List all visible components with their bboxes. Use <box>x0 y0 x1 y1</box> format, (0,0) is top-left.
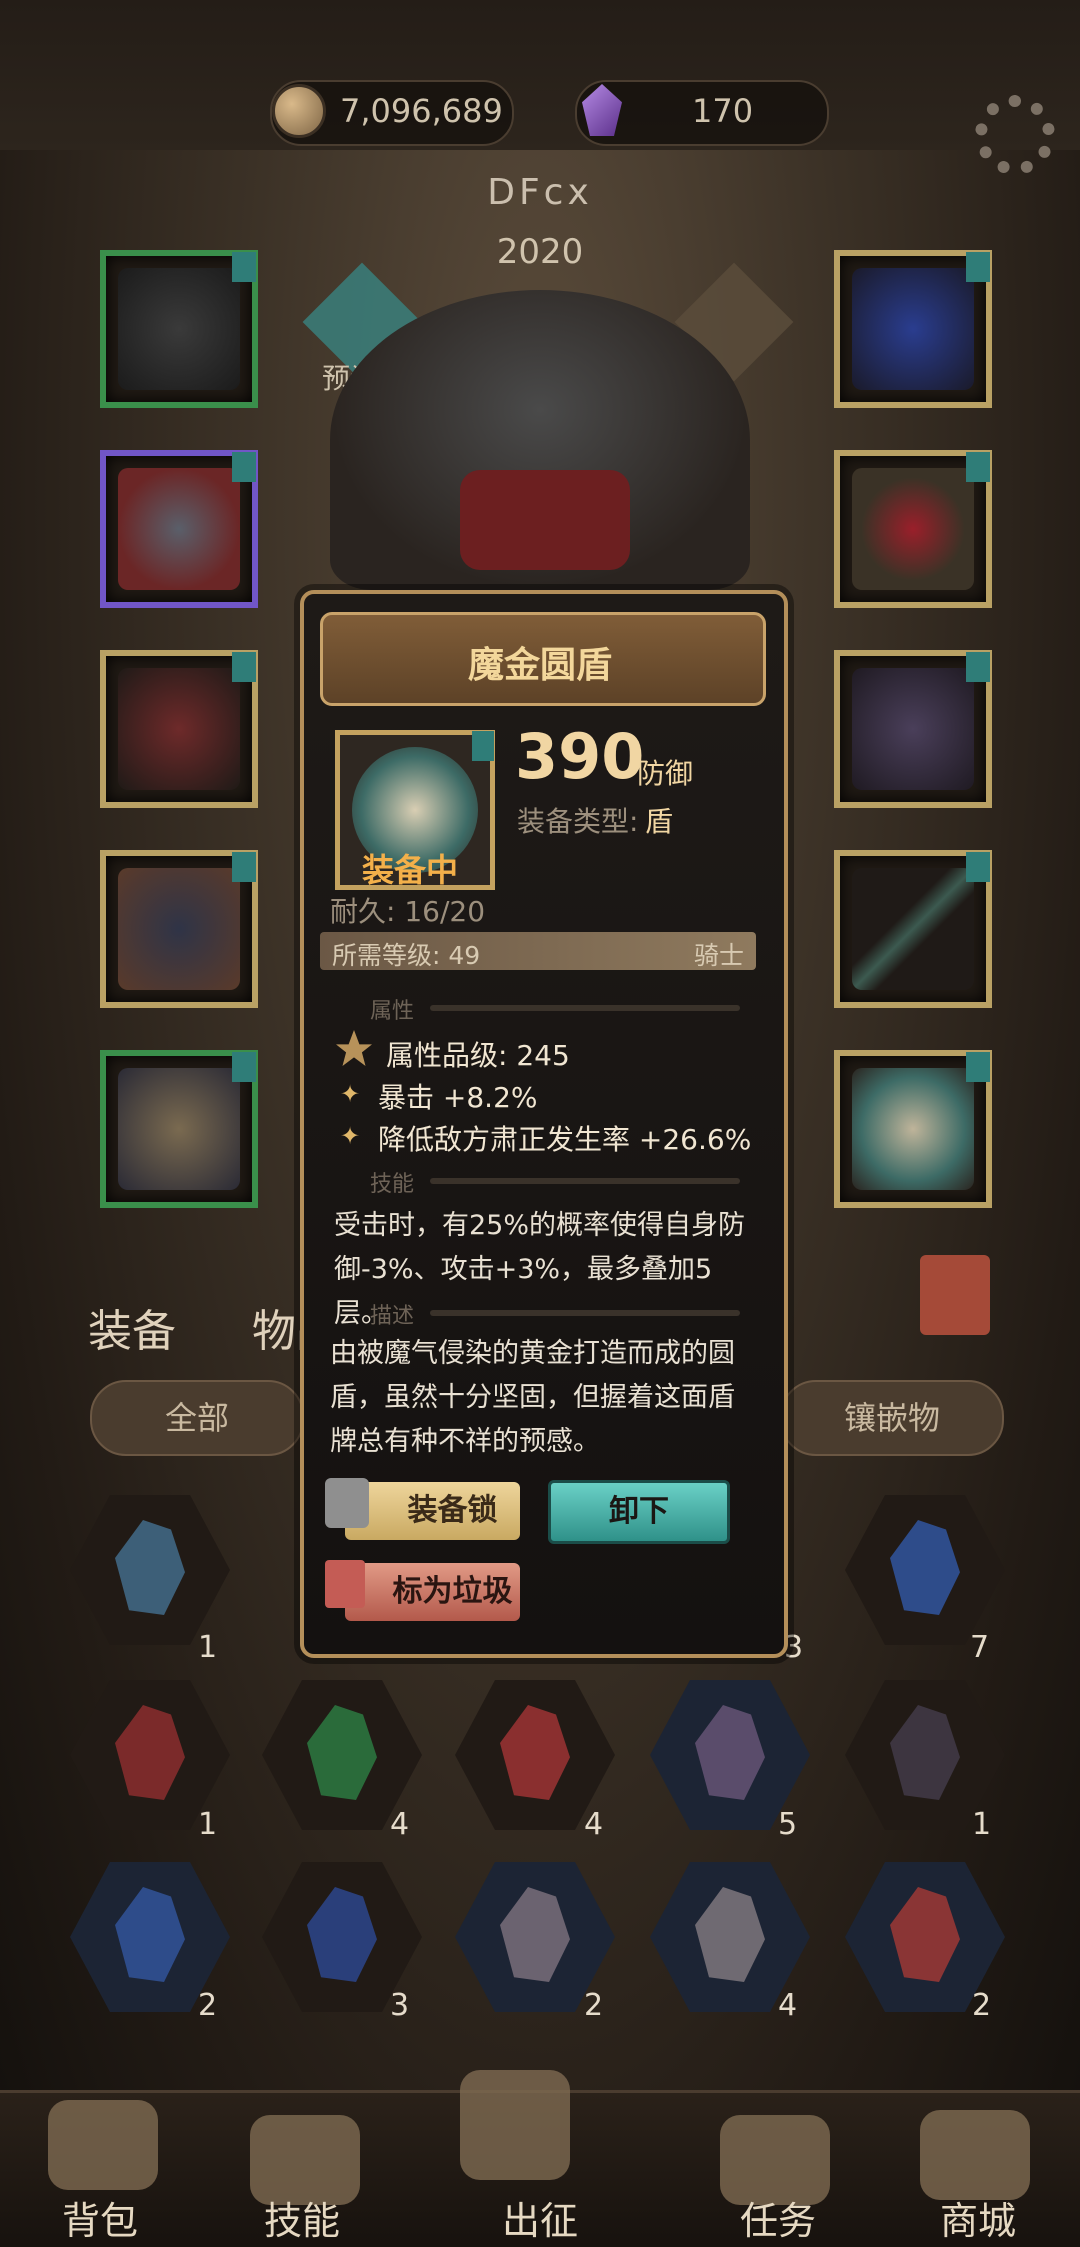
shop-icon[interactable] <box>920 2110 1030 2200</box>
trash-can-icon <box>325 1560 365 1608</box>
settings-gear-icon[interactable] <box>975 95 1055 175</box>
item-count: 4 <box>390 1807 410 1842</box>
coin-icon <box>272 84 326 138</box>
stat-reduce: 降低敌方肃正发生率 +26.6% <box>378 1123 752 1156</box>
equip-slot-ring[interactable] <box>834 450 992 608</box>
nav-expedition[interactable]: 出征 <box>460 2190 620 2245</box>
equip-slot-boots[interactable] <box>100 1050 258 1208</box>
equip-slot-necklace[interactable] <box>834 250 992 408</box>
equip-slot-gloves[interactable] <box>100 650 258 808</box>
type-label: 装备类型: <box>517 805 639 838</box>
equipped-label: 装备中 <box>362 851 459 889</box>
class-name: 骑士 <box>694 941 745 970</box>
section-skill: 技能 <box>370 1172 415 1197</box>
description-text: 由被魔气侵染的黄金打造而成的圆盾，虽然十分坚固，但握着这面盾牌总有种不祥的预感。 <box>330 1338 735 1457</box>
unequip-button[interactable]: 卸下 <box>548 1480 730 1544</box>
item-count: 4 <box>584 1807 604 1842</box>
equip-slot-pants[interactable] <box>100 850 258 1008</box>
equip-slot-weapon[interactable] <box>834 850 992 1008</box>
nav-bag[interactable]: 背包 <box>20 2190 180 2245</box>
item-count: 7 <box>970 1630 990 1665</box>
filter-all[interactable]: 全部 <box>90 1380 304 1456</box>
item-count: 2 <box>972 1988 992 2023</box>
defense-value: 390 <box>515 720 645 793</box>
item-count: 2 <box>198 1988 218 2023</box>
gold-amount: 7,096,689 <box>340 92 503 130</box>
lock-icon <box>325 1478 369 1528</box>
item-name: 魔金圆盾 <box>467 645 612 686</box>
required-level: 所需等级: 49 <box>332 941 481 970</box>
gem-amount: 170 <box>692 92 754 130</box>
lock-button-label: 装备锁 <box>407 1493 498 1528</box>
section-divider <box>430 1310 740 1316</box>
stat-crit: 暴击 +8.2% <box>378 1081 538 1114</box>
equip-slot-cape[interactable] <box>834 650 992 808</box>
player-level: 2020 <box>496 232 584 272</box>
expedition-icon[interactable] <box>460 2070 570 2180</box>
sparkle-icon: ✦ <box>340 1122 361 1150</box>
section-attributes: 属性 <box>370 999 415 1024</box>
equip-slot-shield[interactable] <box>834 1050 992 1208</box>
item-count: 1 <box>198 1807 218 1842</box>
item-count: 2 <box>584 1988 604 2023</box>
section-divider <box>430 1005 740 1011</box>
player-name: DFcx <box>487 172 593 213</box>
section-description: 描述 <box>370 1304 415 1329</box>
equip-slot-helmet[interactable] <box>100 250 258 408</box>
durability: 耐久: 16/20 <box>330 895 486 928</box>
mark-junk-label: 标为垃圾 <box>392 1574 513 1609</box>
type-value: 盾 <box>645 805 674 838</box>
item-count: 1 <box>198 1630 218 1665</box>
mark-junk-button[interactable]: 标为垃圾 <box>345 1563 520 1621</box>
tab-equipment[interactable]: 装备 <box>88 1295 176 1359</box>
defense-unit: 防御 <box>637 757 694 790</box>
section-divider <box>430 1178 740 1184</box>
nav-quests[interactable]: 任务 <box>698 2190 858 2245</box>
item-count: 5 <box>778 1807 798 1842</box>
item-grade-marker <box>472 731 494 761</box>
nav-skills[interactable]: 技能 <box>222 2190 382 2245</box>
sparkle-icon: ✦ <box>340 1080 361 1108</box>
character-cloak <box>460 470 630 570</box>
nav-shop[interactable]: 商城 <box>898 2190 1058 2245</box>
item-count: 3 <box>390 1988 410 2023</box>
lock-button[interactable]: 装备锁 <box>345 1482 520 1540</box>
item-count: 1 <box>972 1807 992 1842</box>
top-bar <box>0 0 1080 150</box>
equip-slot-armor[interactable] <box>100 450 258 608</box>
item-count: 4 <box>778 1988 798 2023</box>
filter-inlay[interactable]: 镶嵌物 <box>780 1380 1004 1456</box>
bag-icon[interactable] <box>48 2100 158 2190</box>
trash-icon[interactable] <box>920 1255 990 1335</box>
attribute-grade: 属性品级: 245 <box>386 1039 570 1072</box>
